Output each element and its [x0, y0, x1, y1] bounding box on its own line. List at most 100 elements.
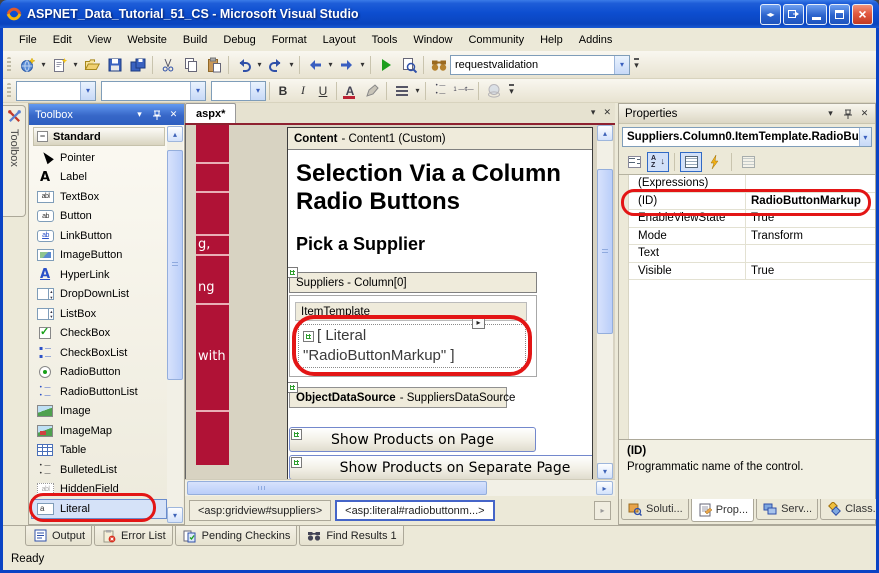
toolbox-item-button[interactable]: Button: [31, 207, 167, 227]
document-list-dropdown[interactable]: ▾: [591, 107, 596, 118]
toolbox-header[interactable]: Toolbox ▾ ✕: [29, 104, 184, 125]
toolbox-item-table[interactable]: Table: [31, 441, 167, 461]
smart-tag-button[interactable]: [472, 316, 485, 329]
navigate-back-button[interactable]: [303, 54, 326, 76]
toolbox-item-bulletedlist[interactable]: BulletedList: [31, 460, 167, 480]
toolbox-item-image[interactable]: Image: [31, 402, 167, 422]
toolbox-item-imagebutton[interactable]: ImageButton: [31, 246, 167, 266]
toolbox-item-linkbutton[interactable]: LinkButton: [31, 226, 167, 246]
toolbar-grip[interactable]: [7, 83, 11, 99]
window-detach-button[interactable]: [783, 4, 804, 25]
find-button[interactable]: [427, 54, 450, 76]
toolbar-overflow[interactable]: [505, 80, 518, 102]
scroll-up-button[interactable]: ▴: [167, 126, 183, 142]
maximize-button[interactable]: [829, 4, 850, 25]
menu-file[interactable]: File: [11, 30, 45, 50]
open-file-button[interactable]: [80, 54, 103, 76]
undo-button[interactable]: [232, 54, 255, 76]
new-website-button[interactable]: [16, 54, 39, 76]
document-tab-aspx[interactable]: aspx*: [185, 103, 236, 123]
objectdatasource-control[interactable]: ObjectDataSource - SuppliersDataSource: [289, 387, 507, 408]
hyperlink-button[interactable]: [482, 80, 505, 102]
toolbox-item-checkbox[interactable]: CheckBox: [31, 324, 167, 344]
property-row-id[interactable]: (ID) RadioButtonMarkup: [629, 193, 875, 211]
redo-dropdown[interactable]: [287, 54, 296, 76]
property-pages-button[interactable]: [737, 152, 759, 172]
view-in-browser-button[interactable]: [397, 54, 420, 76]
design-surface[interactable]: g, ng with Content - Content1 (Custom) S…: [185, 125, 615, 479]
properties-view-button[interactable]: [680, 152, 702, 172]
menu-edit[interactable]: Edit: [45, 30, 80, 50]
combo-arrow[interactable]: [250, 82, 265, 100]
combo-arrow[interactable]: [80, 82, 95, 100]
menu-build[interactable]: Build: [175, 30, 215, 50]
tab-pending-checkins[interactable]: Pending Checkins: [175, 526, 298, 546]
toolbox-scrollbar[interactable]: ▴ ▾: [167, 126, 183, 523]
content-control-header[interactable]: Content - Content1 (Custom): [288, 128, 592, 150]
property-value[interactable]: Transform: [746, 230, 875, 242]
scroll-right-button[interactable]: ▸: [596, 481, 613, 495]
toolbar-overflow[interactable]: [630, 54, 643, 76]
toolbox-item-label[interactable]: Label: [31, 168, 167, 188]
object-selector-arrow[interactable]: ▾: [859, 128, 871, 146]
gridview-glyph-icon[interactable]: [287, 267, 298, 278]
close-button[interactable]: ×: [852, 4, 873, 25]
button-glyph-icon[interactable]: [291, 457, 302, 468]
toolbox-pin-button[interactable]: [149, 107, 164, 122]
properties-close-button[interactable]: ✕: [857, 106, 872, 121]
redo-button[interactable]: [264, 54, 287, 76]
tag-navigator-forward-button[interactable]: ▸: [594, 501, 611, 520]
font-size-combo[interactable]: [211, 81, 266, 101]
button-glyph-icon[interactable]: [291, 429, 302, 440]
bulleted-list-button[interactable]: [429, 80, 452, 102]
menu-debug[interactable]: Debug: [215, 30, 263, 50]
content-control[interactable]: Content - Content1 (Custom) Selection Vi…: [287, 127, 593, 479]
toolbox-group-standard[interactable]: Standard: [33, 127, 165, 146]
tag-gridview-suppliers[interactable]: <asp:gridview#suppliers>: [189, 500, 331, 521]
menu-addins[interactable]: Addins: [571, 30, 621, 50]
properties-header[interactable]: Properties ▾ ✕: [619, 104, 875, 124]
toolbox-item-hiddenfield[interactable]: HiddenField: [31, 480, 167, 500]
toolbox-menu-button[interactable]: ▾: [132, 107, 147, 122]
events-button[interactable]: [704, 152, 726, 172]
align-dropdown[interactable]: [413, 80, 422, 102]
menu-view[interactable]: View: [80, 30, 120, 50]
scroll-up-button[interactable]: ▴: [597, 125, 613, 141]
navigate-forward-button[interactable]: [335, 54, 358, 76]
tab-solution-explorer[interactable]: Soluti...: [621, 499, 689, 520]
tag-literal-radiobuttonmarkup[interactable]: <asp:literal#radiobuttonm...>: [335, 500, 494, 521]
tab-find-results[interactable]: Find Results 1: [299, 526, 403, 546]
properties-object-selector[interactable]: Suppliers.Column0.ItemTemplate.RadioBu ▾: [622, 127, 872, 147]
bold-button[interactable]: B: [273, 81, 293, 101]
underline-button[interactable]: U: [313, 81, 333, 101]
property-row-visible[interactable]: Visible True: [629, 263, 875, 281]
design-vertical-scrollbar[interactable]: ▴ ▾: [597, 125, 613, 479]
undo-dropdown[interactable]: [255, 54, 264, 76]
save-button[interactable]: [103, 54, 126, 76]
toolbox-item-textbox[interactable]: TextBox: [31, 187, 167, 207]
toolbox-item-hyperlink[interactable]: HyperLink: [31, 265, 167, 285]
literal-control[interactable]: [ Literal "RadioButtonMarkup" ]: [298, 324, 526, 368]
menu-window[interactable]: Window: [405, 30, 460, 50]
toolbox-autohide-tab[interactable]: Toolbox: [3, 105, 26, 217]
paste-button[interactable]: [202, 54, 225, 76]
property-row-enableviewstate[interactable]: EnableViewState True: [629, 210, 875, 228]
tab-class-view[interactable]: Class...: [820, 499, 876, 520]
categorized-button[interactable]: [623, 152, 645, 172]
menu-format[interactable]: Format: [264, 30, 315, 50]
property-value[interactable]: True: [746, 265, 875, 277]
font-color-button[interactable]: A: [340, 81, 360, 101]
scroll-down-button[interactable]: ▾: [167, 507, 183, 523]
alphabetical-button[interactable]: [647, 152, 669, 172]
document-close-button[interactable]: ✕: [603, 107, 611, 118]
toolbox-item-radiobuttonlist[interactable]: RadioButtonList: [31, 382, 167, 402]
save-all-button[interactable]: [126, 54, 149, 76]
title-bar[interactable]: ASPNET_Data_Tutorial_51_CS - Microsoft V…: [0, 0, 879, 28]
menu-community[interactable]: Community: [460, 30, 532, 50]
toolbox-item-listbox[interactable]: ListBox: [31, 304, 167, 324]
numbered-list-button[interactable]: [452, 80, 475, 102]
show-products-on-separate-page-button[interactable]: Show Products on Separate Page: [289, 455, 593, 479]
collapse-icon[interactable]: [37, 131, 48, 142]
toolbox-item-radiobutton[interactable]: RadioButton: [31, 363, 167, 383]
menu-website[interactable]: Website: [119, 30, 175, 50]
